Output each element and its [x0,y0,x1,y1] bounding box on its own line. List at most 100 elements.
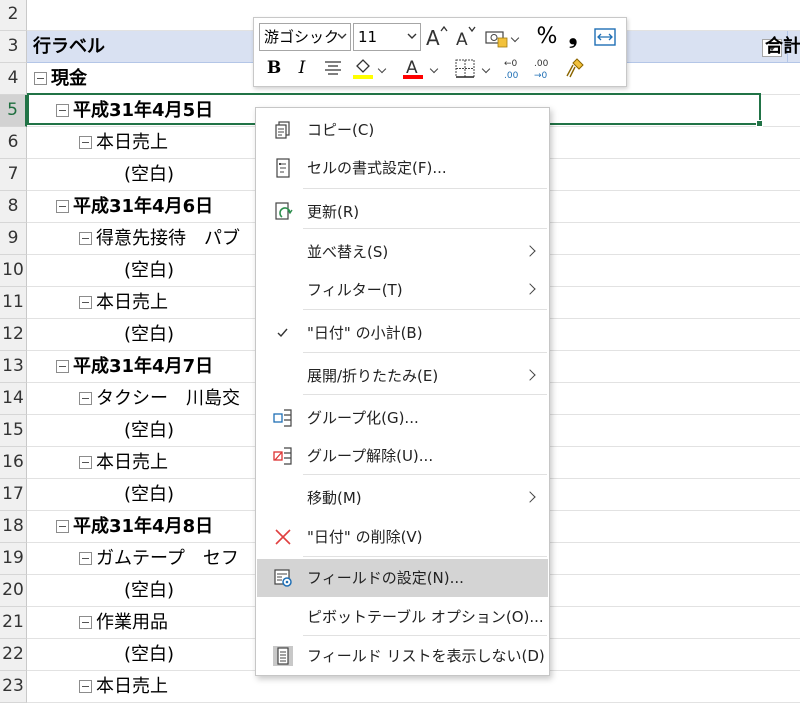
chevron-down-icon[interactable] [378,54,388,82]
refresh-icon [273,202,293,222]
menu-item-label: "日付" の削除(V) [307,528,423,546]
pivot-item-label: 本日売上 [96,676,168,697]
format-painter-icon[interactable] [562,54,588,82]
bold-button[interactable]: B [261,54,287,82]
menu-item-copy[interactable]: コピー(C) [257,111,548,149]
decrease-font-size-icon[interactable]: A [453,23,479,51]
pivot-item-label: 平成31年4月8日 [73,516,214,537]
chevron-down-icon [407,33,417,39]
menu-separator [303,556,547,557]
font-size-combo[interactable]: 11 [353,23,421,51]
total-column-header: 合計 [765,36,800,57]
pivot-item-label: (空白) [124,644,175,665]
field-settings-icon [273,568,293,588]
menu-item-remove[interactable]: "日付" の削除(V) [257,518,548,556]
menu-item-filter[interactable]: フィルター(T) [257,271,548,309]
row-header[interactable]: 7 [0,159,27,191]
pivot-item-label: 平成31年4月7日 [73,356,214,377]
increase-decimal-icon[interactable]: ←0.00 [502,54,528,82]
menu-item-move[interactable]: 移動(M) [257,479,548,517]
row-header[interactable]: 20 [0,575,27,607]
row-header[interactable]: 14 [0,383,27,415]
menu-item-label: 移動(M) [307,489,362,507]
menu-item-field-settings[interactable]: フィールドの設定(N)... [257,559,548,597]
row-header[interactable]: 23 [0,671,27,703]
menu-item-label: 更新(R) [307,203,360,221]
font-name-combo[interactable]: 游ゴシック [259,23,351,51]
menu-item-label: セルの書式設定(F)... [307,159,447,177]
menu-item-expand-collapse[interactable]: 展開/折りたたみ(E) [257,357,548,395]
menu-separator [303,352,547,353]
menu-item-format-cells[interactable]: セルの書式設定(F)... [257,149,548,187]
row-header[interactable]: 16 [0,447,27,479]
menu-item-label: フィルター(T) [307,281,403,299]
collapse-toggle-icon[interactable] [79,136,92,149]
svg-text:A: A [426,26,440,50]
menu-item-subtotal[interactable]: "日付" の小計(B) [257,314,548,352]
row-header[interactable]: 9 [0,223,27,255]
row-header[interactable]: 12 [0,319,27,351]
row-header[interactable]: 10 [0,255,27,287]
collapse-toggle-icon[interactable] [34,72,47,85]
collapse-toggle-icon[interactable] [79,552,92,565]
pivot-item-label: ガムテープ セフ [96,548,239,569]
collapse-toggle-icon[interactable] [79,392,92,405]
menu-item-group[interactable]: グループ化(G)... [257,399,548,437]
chevron-down-icon[interactable] [511,23,521,51]
decrease-decimal-icon[interactable]: .00 →0 [532,54,558,82]
menu-item-sort[interactable]: 並べ替え(S) [257,233,548,271]
mini-toolbar: 游ゴシック 11 A A % ❟ B I A ←0.00 .00 →0 [253,17,627,87]
collapse-toggle-icon[interactable] [79,456,92,469]
row-header[interactable]: 15 [0,415,27,447]
collapse-toggle-icon[interactable] [79,680,92,693]
row-header[interactable]: 11 [0,287,27,319]
row-header[interactable]: 17 [0,479,27,511]
row-header[interactable]: 13 [0,351,27,383]
increase-font-size-icon[interactable]: A [424,23,450,51]
row-header[interactable]: 8 [0,191,27,223]
collapse-toggle-icon[interactable] [79,616,92,629]
pivot-item-label: (空白) [124,420,175,441]
collapse-toggle-icon[interactable] [56,520,69,533]
merge-center-icon[interactable] [592,23,618,51]
chevron-right-icon [524,369,536,381]
italic-button[interactable]: I [289,54,315,82]
chevron-down-icon[interactable] [430,54,440,82]
fill-color-icon[interactable] [350,54,376,82]
row-header[interactable]: 6 [0,127,27,159]
percent-style-icon[interactable]: % [534,23,560,51]
menu-item-refresh[interactable]: 更新(R) [257,193,548,231]
pivot-item-label: 得意先接待 パブ [96,228,240,249]
pivot-item-label: 本日売上 [96,292,168,313]
number-format-icon[interactable] [483,23,509,51]
borders-icon[interactable] [452,54,478,82]
row-header[interactable]: 2 [0,0,27,31]
pivot-item-label: タクシー 川島交 [96,388,240,409]
row-header[interactable]: 19 [0,543,27,575]
comma-style-icon[interactable]: ❟ [560,23,586,51]
chevron-right-icon [524,245,536,257]
pivot-item-label: (空白) [124,324,175,345]
pivot-item-label: (空白) [124,260,175,281]
row-header[interactable]: 5 [0,95,27,127]
menu-item-label: "日付" の小計(B) [307,324,423,342]
pivot-item-label: 本日売上 [96,452,168,473]
collapse-toggle-icon[interactable] [79,296,92,309]
chevron-down-icon[interactable] [482,54,492,82]
collapse-toggle-icon[interactable] [56,360,69,373]
collapse-toggle-icon[interactable] [79,232,92,245]
menu-item-pivot-options[interactable]: ピボットテーブル オプション(O)... [257,598,548,636]
menu-item-ungroup[interactable]: グループ解除(U)... [257,437,548,475]
collapse-toggle-icon[interactable] [56,200,69,213]
chevron-right-icon [524,283,536,295]
svg-text:.00: .00 [534,59,549,69]
row-header[interactable]: 18 [0,511,27,543]
align-center-icon[interactable] [320,54,346,82]
row-header[interactable]: 21 [0,607,27,639]
row-header[interactable]: 3 [0,31,27,63]
font-color-icon[interactable]: A [400,54,426,82]
row-header[interactable]: 22 [0,639,27,671]
menu-item-hide-field-list[interactable]: フィールド リストを表示しない(D) [257,637,548,675]
menu-item-label: フィールドの設定(N)... [307,569,464,587]
row-header[interactable]: 4 [0,63,27,95]
